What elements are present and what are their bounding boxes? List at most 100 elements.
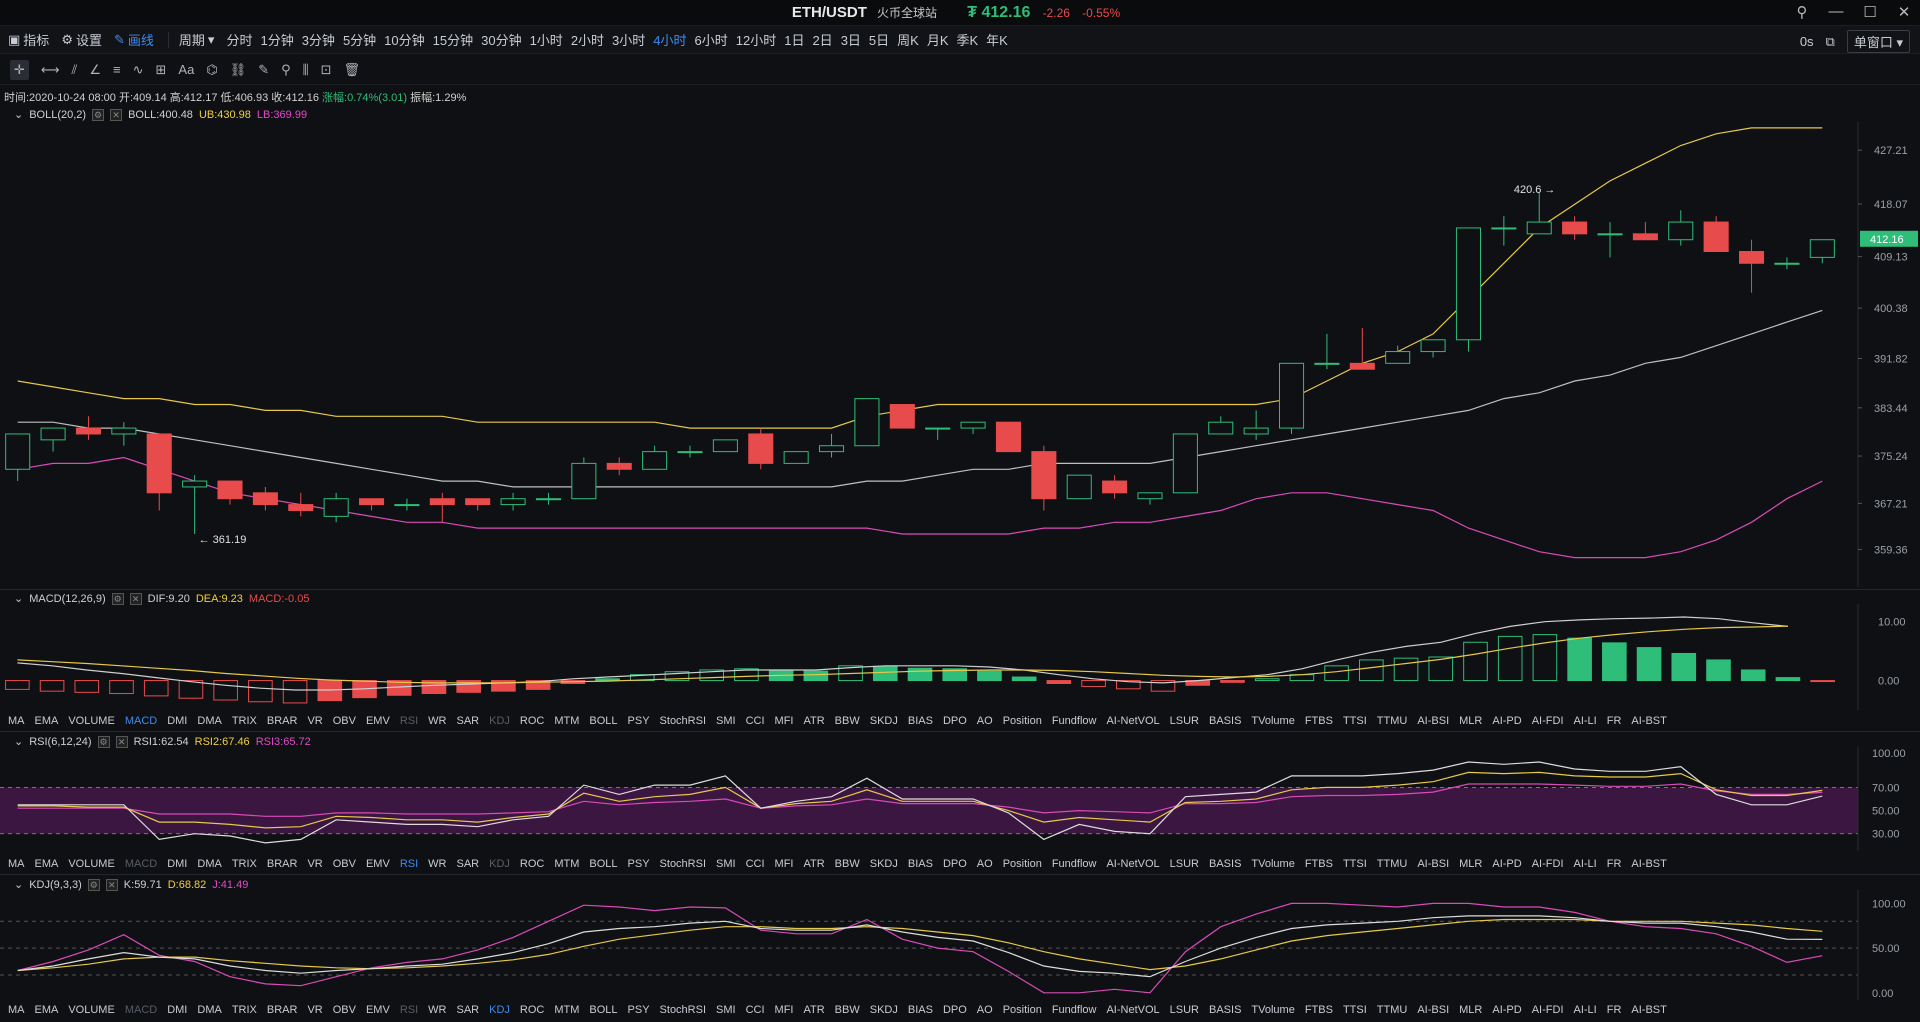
tab-ftbs[interactable]: FTBS [1305,858,1333,870]
macd-chart[interactable]: 10.00 0.00 [0,604,1920,710]
search-icon[interactable]: ⚲ [1792,3,1812,21]
tab-sar[interactable]: SAR [456,858,479,870]
tab-kdj[interactable]: KDJ [489,1004,510,1016]
tab-rsi[interactable]: RSI [400,715,418,727]
tab-atr[interactable]: ATR [803,715,824,727]
settings-icon[interactable]: ⚙ [97,735,110,748]
tab-mtm[interactable]: MTM [554,1004,579,1016]
tab-tvolume[interactable]: TVolume [1251,715,1294,727]
tab-mlr[interactable]: MLR [1459,715,1482,727]
tab-emv[interactable]: EMV [366,858,390,870]
close-icon[interactable]: ✕ [110,108,123,121]
tab-trix[interactable]: TRIX [232,715,257,727]
period-3[interactable]: 5分钟 [343,30,376,49]
tab-psy[interactable]: PSY [628,858,650,870]
tab-brar[interactable]: BRAR [267,715,298,727]
period-10[interactable]: 4小时 [653,30,686,49]
tab-boll[interactable]: BOLL [589,858,617,870]
tab-cci[interactable]: CCI [746,858,765,870]
tab-dmi[interactable]: DMI [167,858,187,870]
tab-bbw[interactable]: BBW [835,858,860,870]
draw-tool-0-icon[interactable]: ✛ [10,59,29,80]
tab-dmi[interactable]: DMI [167,1004,187,1016]
tab-fr[interactable]: FR [1607,715,1622,727]
tab-psy[interactable]: PSY [628,715,650,727]
tab-ai-bsi[interactable]: AI-BSI [1417,1004,1449,1016]
tab-ai-bsi[interactable]: AI-BSI [1417,858,1449,870]
tab-volume[interactable]: VOLUME [68,715,114,727]
tab-skdj[interactable]: SKDJ [870,858,898,870]
tab-ttmu[interactable]: TTMU [1377,1004,1408,1016]
tab-mlr[interactable]: MLR [1459,858,1482,870]
maximize-icon[interactable]: ☐ [1860,3,1880,21]
draw-tool-11-icon[interactable]: ⚲ [281,62,291,78]
screenshot-icon[interactable]: ⧉ [1826,34,1835,50]
tab-lsur[interactable]: LSUR [1170,715,1199,727]
tab-wr[interactable]: WR [428,858,446,870]
tab-ai-pd[interactable]: AI-PD [1492,1004,1521,1016]
tab-lsur[interactable]: LSUR [1170,858,1199,870]
tab-roc[interactable]: ROC [520,858,544,870]
tab-roc[interactable]: ROC [520,715,544,727]
tab-lsur[interactable]: LSUR [1170,1004,1199,1016]
tab-ttsi[interactable]: TTSI [1343,715,1367,727]
tab-ai-li[interactable]: AI-LI [1574,1004,1597,1016]
period-20[interactable]: 年K [986,30,1008,49]
period-13[interactable]: 1日 [784,30,804,49]
tab-atr[interactable]: ATR [803,1004,824,1016]
tab-smi[interactable]: SMI [716,858,736,870]
tab-dma[interactable]: DMA [197,1004,221,1016]
tab-brar[interactable]: BRAR [267,858,298,870]
tab-tvolume[interactable]: TVolume [1251,1004,1294,1016]
kdj-chart[interactable]: 100.00 50.00 0.00 [0,890,1920,1000]
tab-bias[interactable]: BIAS [908,858,933,870]
tab-mtm[interactable]: MTM [554,858,579,870]
tab-emv[interactable]: EMV [366,715,390,727]
draw-tool-6-icon[interactable]: ⊞ [156,62,167,78]
draw-tool-7-icon[interactable]: Aa [178,62,194,77]
close-icon[interactable]: ✕ [115,735,128,748]
tab-fr[interactable]: FR [1607,1004,1622,1016]
draw-tool-1-icon[interactable]: ⟷ [41,62,60,78]
tab-vr[interactable]: VR [307,715,322,727]
draw-tool-2-icon[interactable]: ⫽ [72,62,78,78]
rsi-chart[interactable]: 100.00 70.00 50.00 30.00 [0,747,1920,851]
tab-ttmu[interactable]: TTMU [1377,715,1408,727]
tab-wr[interactable]: WR [428,715,446,727]
period-16[interactable]: 5日 [869,30,889,49]
tab-fundflow[interactable]: Fundflow [1052,1004,1097,1016]
tab-position[interactable]: Position [1003,715,1042,727]
tab-ai-netvol[interactable]: AI-NetVOL [1106,858,1159,870]
tab-sar[interactable]: SAR [456,715,479,727]
tab-macd[interactable]: MACD [125,715,157,727]
tab-position[interactable]: Position [1003,1004,1042,1016]
tab-ttmu[interactable]: TTMU [1377,858,1408,870]
tab-ai-bst[interactable]: AI-BST [1631,1004,1666,1016]
tab-stochrsi[interactable]: StochRSI [660,1004,706,1016]
tab-ma[interactable]: MA [8,858,25,870]
tab-tvolume[interactable]: TVolume [1251,858,1294,870]
tab-position[interactable]: Position [1003,858,1042,870]
draw-tool-3-icon[interactable]: ∠ [89,62,101,78]
tab-roc[interactable]: ROC [520,1004,544,1016]
tab-basis[interactable]: BASIS [1209,858,1241,870]
period-12[interactable]: 12小时 [736,30,776,49]
tab-ao[interactable]: AO [977,1004,993,1016]
settings-icon[interactable]: ⚙ [87,878,100,891]
tab-obv[interactable]: OBV [333,858,356,870]
tab-ttsi[interactable]: TTSI [1343,858,1367,870]
tab-ai-bst[interactable]: AI-BST [1631,715,1666,727]
period-5[interactable]: 15分钟 [433,30,473,49]
tab-cci[interactable]: CCI [746,715,765,727]
tab-ema[interactable]: EMA [35,715,59,727]
tab-vr[interactable]: VR [307,1004,322,1016]
tab-kdj[interactable]: KDJ [489,858,510,870]
tab-skdj[interactable]: SKDJ [870,1004,898,1016]
tab-basis[interactable]: BASIS [1209,1004,1241,1016]
tab-dma[interactable]: DMA [197,715,221,727]
candlestick-chart[interactable]: 427.21 418.07 409.13 400.38 391.82 383.44 375.… [0,122,1920,587]
tab-ao[interactable]: AO [977,715,993,727]
tab-stochrsi[interactable]: StochRSI [660,858,706,870]
tab-ai-fdi[interactable]: AI-FDI [1532,858,1564,870]
minimize-icon[interactable]: — [1826,3,1846,21]
